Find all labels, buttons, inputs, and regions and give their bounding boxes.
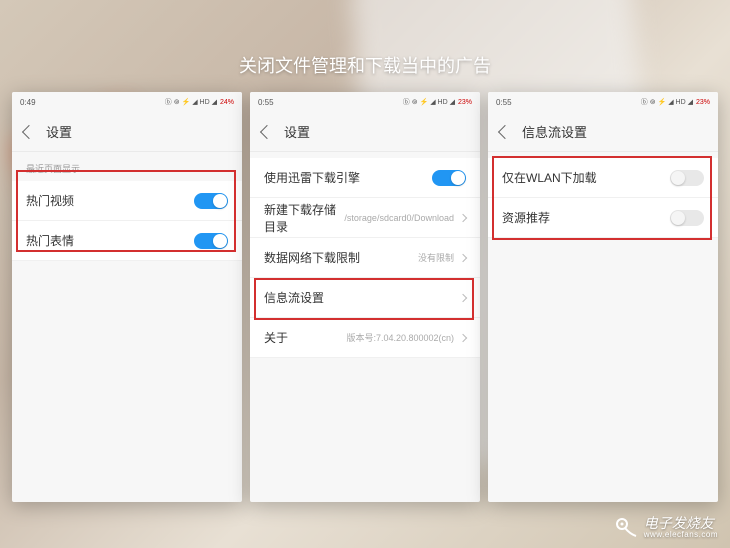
section-label: 最近页面显示 [12,152,242,181]
row-label: 仅在WLAN下加载 [502,169,670,186]
chevron-right-icon [459,293,467,301]
row-resource-recommend[interactable]: 资源推荐 [488,198,718,238]
page-title: 关闭文件管理和下载当中的广告 [239,52,491,78]
row-wlan-only[interactable]: 仅在WLAN下加载 [488,158,718,198]
header-title: 设置 [284,122,310,141]
settings-header: 设置 [250,112,480,152]
row-feed-settings[interactable]: 信息流设置 [250,278,480,318]
status-bar: 0:49 ⓑ ⊚ ⚡ ◢ HD ◢ 24% [12,92,242,112]
header-title: 设置 [46,122,72,141]
back-icon[interactable] [260,124,274,138]
battery-level: 23% [696,99,710,106]
header-title: 信息流设置 [522,122,587,141]
status-time: 0:55 [496,98,512,107]
battery-level: 23% [458,99,472,106]
settings-header: 设置 [12,112,242,152]
row-hot-emoji[interactable]: 热门表情 [12,221,242,261]
phone-screenshots: 0:49 ⓑ ⊚ ⚡ ◢ HD ◢ 24% 设置 最近页面显示 热门视频 热门表… [0,92,730,502]
toggle-xunlei[interactable] [432,170,466,186]
row-xunlei-engine[interactable]: 使用迅雷下载引擎 [250,158,480,198]
logo-icon [614,516,638,540]
toggle-wlan-only[interactable] [670,170,704,186]
row-value: 版本号:7.04.20.800002(cn) [346,331,454,344]
status-time: 0:49 [20,98,36,107]
row-hot-video[interactable]: 热门视频 [12,181,242,221]
row-label: 热门表情 [26,232,194,249]
phone-3: 0:55 ⓑ ⊚ ⚡ ◢ HD ◢ 23% 信息流设置 仅在WLAN下加载 资源… [488,92,718,502]
row-data-limit[interactable]: 数据网络下载限制 没有限制 [250,238,480,278]
toggle-resource-recommend[interactable] [670,210,704,226]
watermark-name: 电子发烧友 [644,516,718,531]
watermark: 电子发烧友 www.elecfans.com [614,516,718,540]
toggle-hot-video[interactable] [194,193,228,209]
status-icons: ⓑ ⊚ ⚡ ◢ HD ◢ 23% [641,97,710,107]
row-label: 资源推荐 [502,209,670,226]
chevron-right-icon [459,253,467,261]
back-icon[interactable] [22,124,36,138]
phone-1: 0:49 ⓑ ⊚ ⚡ ◢ HD ◢ 24% 设置 最近页面显示 热门视频 热门表… [12,92,242,502]
row-label: 关于 [264,329,346,346]
status-icons: ⓑ ⊚ ⚡ ◢ HD ◢ 24% [165,97,234,107]
row-label: 信息流设置 [264,289,460,306]
row-label: 使用迅雷下载引擎 [264,169,432,186]
watermark-url: www.elecfans.com [644,531,718,540]
feed-settings-header: 信息流设置 [488,112,718,152]
phone-2: 0:55 ⓑ ⊚ ⚡ ◢ HD ◢ 23% 设置 使用迅雷下载引擎 新建下载存储… [250,92,480,502]
row-label: 新建下载存储目录 [264,201,344,235]
chevron-right-icon [459,333,467,341]
row-label: 热门视频 [26,192,194,209]
row-value: /storage/sdcard0/Download [344,213,454,223]
status-bar: 0:55 ⓑ ⊚ ⚡ ◢ HD ◢ 23% [488,92,718,112]
toggle-hot-emoji[interactable] [194,233,228,249]
row-about[interactable]: 关于 版本号:7.04.20.800002(cn) [250,318,480,358]
row-label: 数据网络下载限制 [264,249,418,266]
chevron-right-icon [459,213,467,221]
status-icons: ⓑ ⊚ ⚡ ◢ HD ◢ 23% [403,97,472,107]
row-value: 没有限制 [418,251,454,264]
battery-level: 24% [220,99,234,106]
back-icon[interactable] [498,124,512,138]
status-bar: 0:55 ⓑ ⊚ ⚡ ◢ HD ◢ 23% [250,92,480,112]
status-time: 0:55 [258,98,274,107]
row-download-dir[interactable]: 新建下载存储目录 /storage/sdcard0/Download [250,198,480,238]
